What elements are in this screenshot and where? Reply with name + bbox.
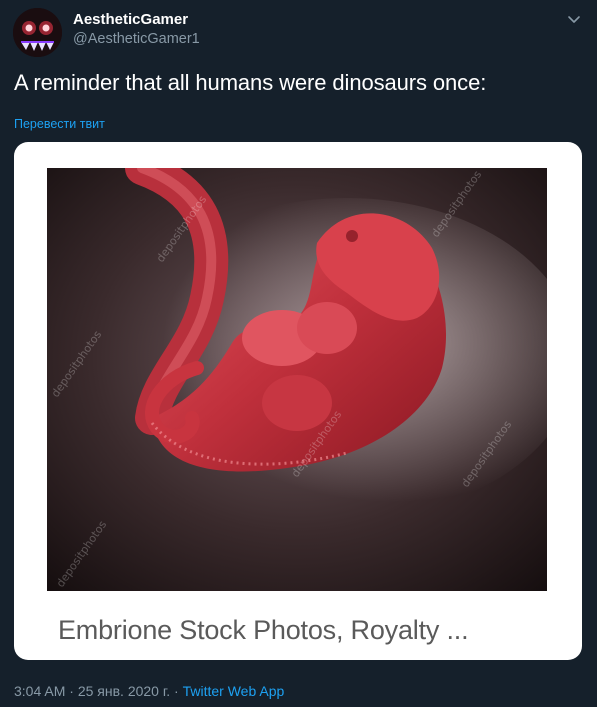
tweet-time[interactable]: 3:04 AM [14, 683, 65, 699]
link-card[interactable]: depositphotos depositphotos depositphoto… [14, 142, 582, 660]
tweet-source-link[interactable]: Twitter Web App [183, 683, 285, 699]
tweet-text: A reminder that all humans were dinosaur… [14, 70, 487, 95]
user-handle[interactable]: @AestheticGamer1 [73, 31, 200, 47]
meta-separator: · [174, 683, 179, 699]
meta-separator: · [69, 683, 74, 699]
chevron-down-icon [568, 16, 580, 23]
more-options-button[interactable] [565, 10, 583, 28]
glowing-eyes-avatar-icon [13, 8, 62, 57]
display-name[interactable]: AestheticGamer [73, 11, 188, 28]
tweet: AestheticGamer @AestheticGamer1 A remind… [0, 0, 597, 707]
tweet-meta: 3:04 AM · 25 янв. 2020 г. · Twitter Web … [14, 683, 284, 699]
card-caption: Embrione Stock Photos, Royalty ... [58, 615, 469, 645]
card-image: depositphotos depositphotos depositphoto… [47, 168, 547, 591]
avatar[interactable] [13, 8, 62, 57]
embryo-image: depositphotos depositphotos depositphoto… [47, 168, 547, 591]
tweet-date[interactable]: 25 янв. 2020 г. [78, 683, 170, 699]
translate-tweet-link[interactable]: Перевести твит [14, 117, 105, 131]
